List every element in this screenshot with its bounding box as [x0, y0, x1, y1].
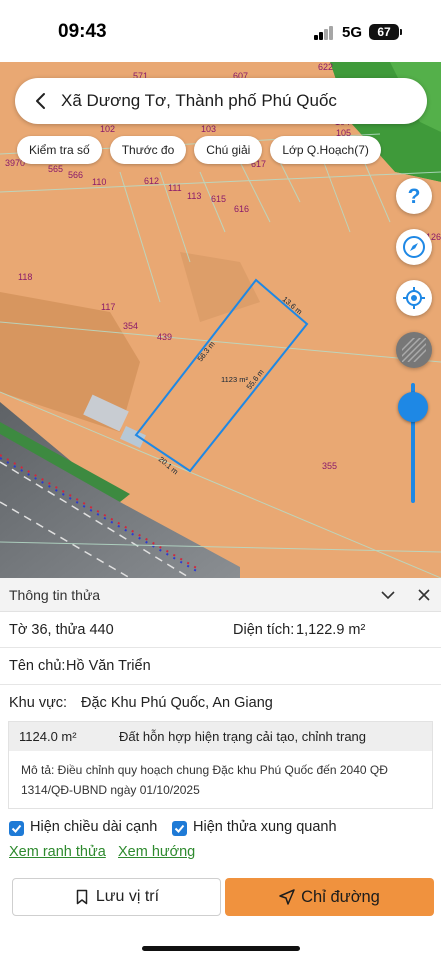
- planning-box: 1124.0 m² Đất hỗn hợp hiện trạng cải tạo…: [8, 721, 433, 809]
- directions-button[interactable]: Chỉ đường: [225, 878, 434, 916]
- panel-title: Thông tin thửa: [9, 587, 101, 603]
- legend-chip[interactable]: Chú giải: [194, 136, 263, 164]
- parcel-number-label: 111: [168, 183, 182, 193]
- status-time: 09:43: [58, 21, 107, 42]
- network-type: 5G: [342, 24, 363, 41]
- parcel-number-label: 113: [187, 191, 201, 201]
- view-direction-link[interactable]: Xem hướng: [118, 844, 195, 860]
- show-edge-length-checkbox[interactable]: [9, 821, 24, 836]
- zone-value: Đặc Khu Phú Quốc, An Giang: [81, 695, 273, 711]
- check-icon: [11, 824, 22, 833]
- signal-icon: [314, 26, 334, 40]
- map-tools: Kiểm tra số Thước đo Chú giải Lớp Q.Hoạc…: [17, 136, 381, 164]
- parcel-number-label: 117: [101, 302, 115, 312]
- show-neighbors-checkbox[interactable]: [172, 821, 187, 836]
- planning-type: Đất hỗn hợp hiện trạng cải tạo, chỉnh tr…: [119, 729, 367, 744]
- locate-icon: [403, 287, 425, 309]
- parcel-number-label: 118: [18, 272, 32, 282]
- back-icon[interactable]: [21, 78, 61, 124]
- bookmark-icon: [76, 889, 88, 905]
- close-icon[interactable]: [417, 588, 431, 602]
- lot-row: Tờ 36, thửa 440 Diện tích: 1,122.9 m²: [0, 612, 441, 648]
- help-button[interactable]: ?: [396, 178, 432, 214]
- parcel-number-label: 616: [234, 204, 249, 214]
- check-icon: [174, 824, 185, 833]
- location-title: Xã Dương Tơ, Thành phố Phú Quốc: [61, 91, 337, 110]
- chevron-down-icon[interactable]: [380, 588, 396, 602]
- locate-button[interactable]: [396, 280, 432, 316]
- parcel-number-label: 102: [100, 124, 115, 134]
- parcel-number-label: 103: [201, 124, 216, 134]
- navigation-icon: [279, 889, 295, 905]
- compass-button[interactable]: [396, 229, 432, 265]
- svg-text:?: ?: [408, 185, 421, 208]
- home-indicator[interactable]: [142, 946, 300, 951]
- directions-label: Chỉ đường: [301, 887, 380, 906]
- parcel-number-label: 110: [92, 177, 106, 187]
- save-location-label: Lưu vị trí: [95, 888, 160, 905]
- show-edge-length-label[interactable]: Hiện chiều dài cạnh: [30, 819, 157, 835]
- layers-button[interactable]: [396, 332, 432, 368]
- view-boundary-link[interactable]: Xem ranh thửa: [9, 844, 106, 860]
- owner-row: Tên chủ: Hồ Văn Triển: [0, 648, 441, 685]
- opacity-slider-thumb[interactable]: [398, 392, 428, 422]
- planning-area: 1124.0 m²: [19, 729, 77, 744]
- layers-icon: [402, 338, 426, 362]
- area-value: 1,122.9 m²: [296, 622, 366, 638]
- owner-value: Hồ Văn Triển: [66, 658, 151, 674]
- parcel-number-label: 612: [144, 176, 159, 186]
- parcel-number-label: 565: [48, 164, 63, 174]
- parcel-number-label: 622: [318, 62, 333, 72]
- zone-row: Khu vực: Đặc Khu Phú Quốc, An Giang: [0, 685, 441, 721]
- options-row: Hiện chiều dài cạnh Hiện thửa xung quanh: [0, 818, 441, 840]
- parcel-area-label: 1123 m²: [221, 375, 248, 384]
- battery-icon: 67: [369, 24, 402, 40]
- check-number-chip[interactable]: Kiểm tra số: [17, 136, 102, 164]
- planning-description: Mô tả: Điều chỉnh quy hoạch chung Đặc kh…: [21, 763, 388, 797]
- parcel-number-label: 615: [211, 194, 226, 204]
- lot-id: Tờ 36, thửa 440: [9, 622, 114, 638]
- parcel-info-panel: Thông tin thửa Tờ 36, thửa 440 Diện tích…: [0, 578, 441, 960]
- help-icon: ?: [408, 185, 421, 208]
- planning-layer-chip[interactable]: Lớp Q.Hoạch(7): [270, 136, 381, 164]
- owner-label: Tên chủ:: [9, 658, 66, 674]
- parcel-number-label: 566: [68, 170, 83, 180]
- zone-label: Khu vực:: [9, 695, 68, 711]
- measure-chip[interactable]: Thước đo: [109, 136, 187, 164]
- area-label: Diện tích:: [233, 622, 295, 638]
- panel-header: Thông tin thửa: [0, 578, 441, 612]
- status-bar: 09:43 5G 67: [0, 0, 441, 62]
- search-bar[interactable]: Xã Dương Tơ, Thành phố Phú Quốc: [15, 78, 427, 124]
- save-location-button[interactable]: Lưu vị trí: [12, 878, 221, 916]
- parcel-number-label: 355: [322, 461, 337, 471]
- parcel-number-label: 354: [123, 321, 138, 331]
- show-neighbors-label[interactable]: Hiện thửa xung quanh: [193, 819, 337, 835]
- planning-summary: 1124.0 m² Đất hỗn hợp hiện trạng cải tạo…: [9, 722, 432, 751]
- parcel-number-label: 439: [157, 332, 172, 342]
- compass-icon: [403, 236, 425, 258]
